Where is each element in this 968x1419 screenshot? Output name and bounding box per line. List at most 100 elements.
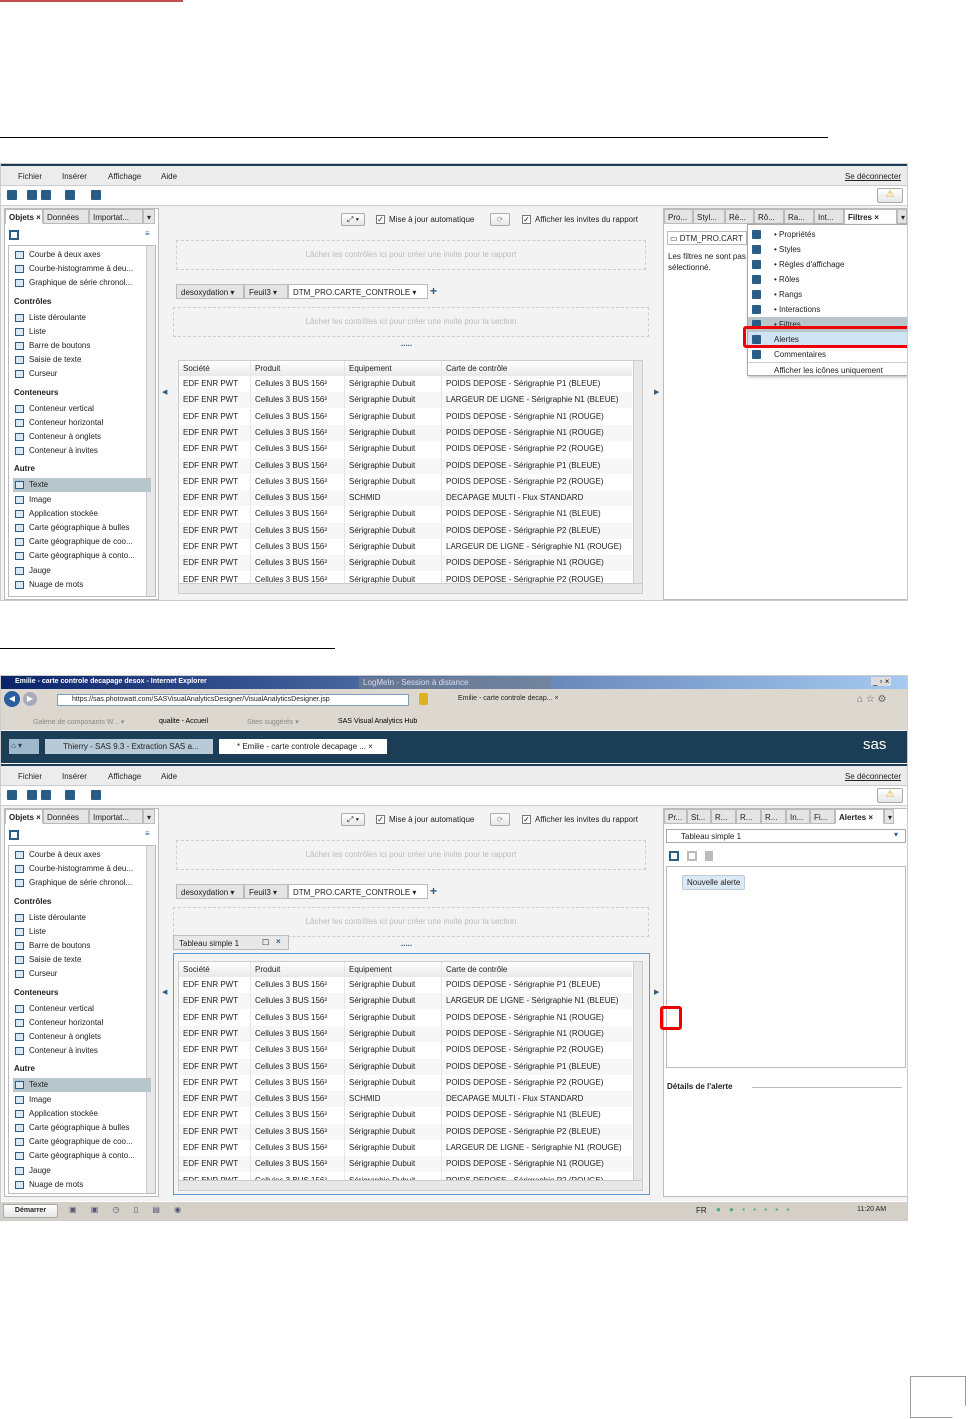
- column-header[interactable]: Société: [179, 361, 251, 376]
- table-row[interactable]: EDF ENR PWT Cellules 3 BUS 156² SCHMID DECA…: [179, 1091, 632, 1108]
- object-item[interactable]: Conteneur à invites: [13, 1044, 151, 1058]
- table-row[interactable]: EDF ENR PWTCellules 3 BUS 156²Sérigraphi…: [179, 1058, 632, 1075]
- object-item[interactable]: Saisie de texte: [13, 953, 151, 967]
- print-icon[interactable]: [65, 190, 75, 200]
- table-horizontal-scrollbar[interactable]: [179, 1180, 642, 1190]
- object-item[interactable]: Nuage de mots: [13, 1178, 151, 1192]
- object-item[interactable]: Conteneur vertical: [13, 1002, 151, 1016]
- object-item[interactable]: Conteneur à invites: [13, 444, 151, 458]
- menu-fichier[interactable]: Fichier: [18, 772, 42, 781]
- forward-button[interactable]: ▶: [23, 692, 37, 706]
- object-item[interactable]: Application stockée: [13, 507, 151, 521]
- object-item[interactable]: Graphique de série chronol...: [13, 276, 151, 290]
- tab-r2-1[interactable]: St...: [687, 809, 711, 824]
- object-item[interactable]: Image: [13, 493, 151, 507]
- right-tabs-overflow-button[interactable]: ▾: [884, 809, 894, 824]
- object-item[interactable]: Texte: [13, 478, 151, 493]
- section-tab[interactable]: DTM_PRO.CARTE_CONTROLE ▾: [288, 284, 428, 299]
- menu-affichage[interactable]: Affichage: [108, 772, 141, 781]
- object-item[interactable]: Carte géographique à bulles: [13, 1121, 151, 1135]
- object-item[interactable]: Conteneur à onglets: [13, 1030, 151, 1044]
- column-header[interactable]: Société: [179, 962, 251, 977]
- section-tab[interactable]: desoxydation ▾: [176, 284, 244, 299]
- back-button[interactable]: ◀: [4, 691, 20, 707]
- object-item[interactable]: Barre de boutons: [13, 339, 151, 353]
- column-header[interactable]: Produit: [251, 361, 345, 376]
- add-section-button[interactable]: +: [430, 884, 442, 899]
- table-title-tab[interactable]: Tableau simple 1 ☐ ×: [173, 935, 289, 950]
- object-item[interactable]: Liste déroulante: [13, 911, 151, 925]
- new-icon[interactable]: [7, 190, 17, 200]
- menu-insérer[interactable]: Insérer: [62, 172, 87, 181]
- object-item[interactable]: Courbe à deux axes: [13, 248, 151, 262]
- tabs-overflow-button[interactable]: ▾: [143, 809, 155, 824]
- menu-item-styles[interactable]: • Styles: [748, 242, 907, 257]
- app-tab-thierry[interactable]: Thierry - SAS 9.3 - Extraction SAS a...: [45, 739, 213, 754]
- tray-icons[interactable]: ● ● ▪ ▪ ▪ ▪ ▪: [716, 1205, 792, 1214]
- table-vertical-scrollbar[interactable]: [633, 361, 642, 583]
- object-item[interactable]: Graphique de série chronol...: [13, 876, 151, 890]
- tab-import[interactable]: Importat...: [89, 209, 143, 224]
- show-prompts-checkbox[interactable]: ✓ Afficher les invites du rapport: [522, 815, 638, 825]
- object-item[interactable]: Carte géographique à bulles: [13, 521, 151, 535]
- collapse-right-handle[interactable]: ▶: [654, 388, 659, 396]
- tabs-overflow-button[interactable]: ▾: [143, 209, 155, 224]
- table-horizontal-scrollbar[interactable]: [179, 583, 642, 593]
- table-row[interactable]: EDF ENR PWTCellules 3 BUS 156²Sérigraphi…: [179, 506, 632, 523]
- object-item[interactable]: Conteneur vertical: [13, 402, 151, 416]
- table-row[interactable]: EDF ENR PWTCellules 3 BUS 156²Sérigraphi…: [179, 555, 632, 572]
- print-icon[interactable]: [65, 790, 75, 800]
- section-tab[interactable]: Feuil3 ▾: [244, 884, 288, 899]
- tab-import[interactable]: Importat...: [89, 809, 143, 824]
- warning-button[interactable]: ⚠: [877, 788, 903, 803]
- table-row[interactable]: EDF ENR PWTCellules 3 BUS 156²Sérigraphi…: [179, 1025, 632, 1042]
- object-item[interactable]: Courbe-histogramme à deu...: [13, 862, 151, 876]
- table-row[interactable]: EDF ENR PWTCellules 3 BUS 156²Sérigraphi…: [179, 1009, 632, 1026]
- save-icon[interactable]: [41, 190, 51, 200]
- home-button[interactable]: ⌂ ▾: [9, 739, 39, 754]
- new-object-icon[interactable]: [9, 830, 19, 840]
- menu-item-rangs[interactable]: • Rangs: [748, 287, 907, 302]
- address-bar[interactable]: https://sas.photowatt.com/SASVisualAnaly…: [57, 694, 409, 706]
- select-arrow[interactable]: ▾: [894, 830, 898, 839]
- table-row[interactable]: EDF ENR PWTCellules 3 BUS 156²Sérigraphi…: [179, 408, 632, 425]
- new-alert-icon[interactable]: [669, 851, 679, 861]
- tab-objects[interactable]: Objets ×: [5, 809, 43, 824]
- object-item[interactable]: Carte géographique de coo...: [13, 535, 151, 549]
- column-header[interactable]: Equipement: [345, 962, 442, 977]
- logout-link[interactable]: Se déconnecter: [845, 772, 901, 781]
- open-icon[interactable]: [27, 190, 37, 200]
- object-item[interactable]: Carte géographique à conto...: [13, 549, 151, 563]
- tab-r2-6[interactable]: Fi...: [810, 809, 835, 824]
- menu-item-commentaires[interactable]: Commentaires: [748, 347, 907, 362]
- quick-launch-icons[interactable]: ▣ ▣ ◷ ▯ ▤ ◉: [69, 1205, 187, 1214]
- object-item[interactable]: Carte géographique de coo...: [13, 1135, 151, 1149]
- show-prompts-checkbox[interactable]: ✓ Afficher les invites du rapport: [522, 215, 638, 225]
- open-icon[interactable]: [27, 790, 37, 800]
- data-source-label[interactable]: ▭ DTM_PRO.CART: [667, 231, 747, 245]
- table-row[interactable]: EDF ENR PWTCellules 3 BUS 156²Sérigraphi…: [179, 1074, 632, 1091]
- menu-item-interactions[interactable]: • Interactions: [748, 302, 907, 317]
- tab-r1-4[interactable]: Ra...: [784, 209, 814, 224]
- object-select[interactable]: Tableau simple 1: [666, 829, 906, 843]
- favorite-link[interactable]: Galerie de composants W... ▾: [33, 718, 124, 726]
- object-item[interactable]: Liste déroulante: [13, 311, 151, 325]
- table-row[interactable]: EDF ENR PWTCellules 3 BUS 156²Sérigraphi…: [179, 1156, 632, 1173]
- table-row[interactable]: EDF ENR PWTCellules 3 BUS 156²Sérigraphi…: [179, 376, 632, 392]
- edit-alert-icon[interactable]: [687, 851, 697, 861]
- right-tabs-overflow-button[interactable]: ▾: [897, 209, 907, 224]
- favorite-link[interactable]: qualite - Accueil: [159, 718, 208, 725]
- view-icon[interactable]: [91, 790, 101, 800]
- save-icon[interactable]: [41, 790, 51, 800]
- browser-tab[interactable]: Emilie - carte controle decap... ×: [456, 693, 592, 707]
- object-item[interactable]: Conteneur horizontal: [13, 1016, 151, 1030]
- panel-menu-icon[interactable]: ≡: [145, 829, 155, 841]
- column-header[interactable]: Carte de contrôle: [442, 361, 632, 376]
- table-row[interactable]: EDF ENR PWTCellules 3 BUS 156²Sérigraphi…: [179, 1042, 632, 1059]
- menu-item-règlesdaffichage[interactable]: • Règles d'affichage: [748, 257, 907, 272]
- tab-data[interactable]: Données: [43, 809, 89, 824]
- column-header[interactable]: Carte de contrôle: [442, 962, 632, 977]
- table-row[interactable]: EDF ENR PWT Cellules 3 BUS 156² SCHMID DECA…: [179, 490, 632, 507]
- panel-menu-icon[interactable]: ≡: [145, 229, 155, 241]
- column-header[interactable]: Equipement: [345, 361, 442, 376]
